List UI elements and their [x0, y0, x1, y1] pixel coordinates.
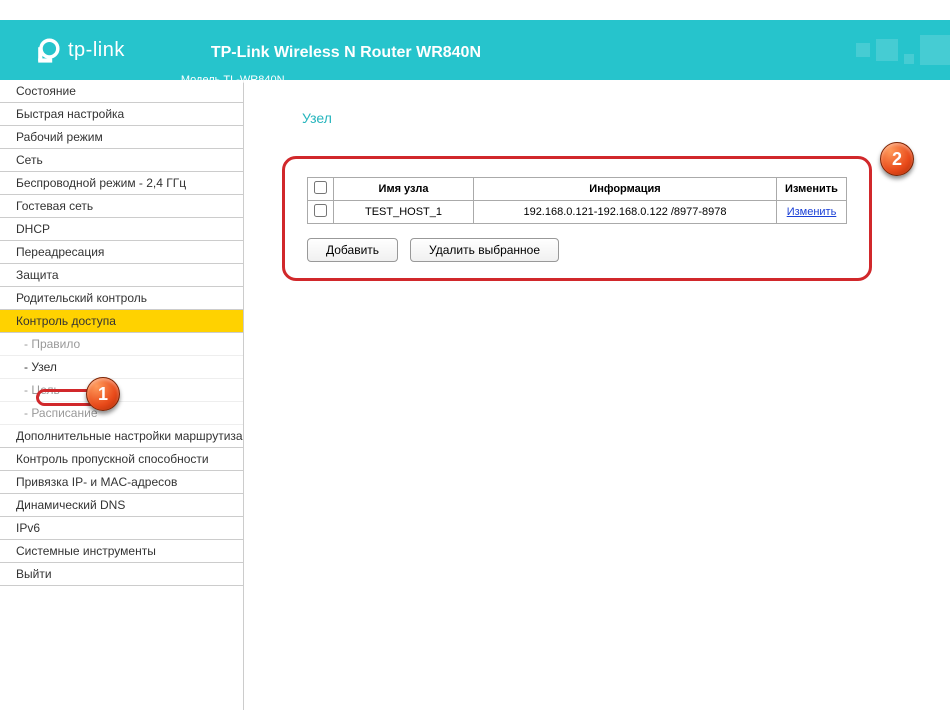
header-decoration [856, 20, 950, 80]
nav-dhcp[interactable]: DHCP [0, 218, 243, 241]
delete-selected-button[interactable]: Удалить выбранное [410, 238, 559, 262]
nav-ipv6[interactable]: IPv6 [0, 517, 243, 540]
nav-security[interactable]: Защита [0, 264, 243, 287]
col-name: Имя узла [334, 178, 474, 201]
row-info: 192.168.0.121-192.168.0.122 /8977-8978 [474, 201, 777, 224]
table-row: TEST_HOST_1 192.168.0.121-192.168.0.122 … [308, 201, 847, 224]
col-info: Информация [474, 178, 777, 201]
nav-routing[interactable]: Дополнительные настройки маршрутизации [0, 425, 243, 448]
nav-ipmac[interactable]: Привязка IP- и MAC-адресов [0, 471, 243, 494]
annotation-badge-1: 1 [86, 377, 120, 411]
row-check[interactable] [314, 204, 327, 217]
nav-ddns[interactable]: Динамический DNS [0, 494, 243, 517]
nav-sub-host[interactable]: - Узел [0, 356, 243, 379]
page-title: Узел [302, 110, 940, 126]
header: tp-link TP-Link Wireless N Router WR840N… [0, 20, 950, 80]
add-button[interactable]: Добавить [307, 238, 398, 262]
nav-quick-setup[interactable]: Быстрая настройка [0, 103, 243, 126]
nav-network[interactable]: Сеть [0, 149, 243, 172]
sidebar: Состояние Быстрая настройка Рабочий режи… [0, 80, 244, 710]
nav-forwarding[interactable]: Переадресация [0, 241, 243, 264]
logo-icon [34, 36, 62, 64]
header-title: TP-Link Wireless N Router WR840N Модель … [181, 14, 491, 86]
nav-sub-target[interactable]: - Цель [0, 379, 243, 402]
brand-text: tp-link [68, 39, 125, 62]
nav-guest[interactable]: Гостевая сеть [0, 195, 243, 218]
product-title: TP-Link Wireless N Router WR840N [181, 14, 491, 72]
nav-bandwidth[interactable]: Контроль пропускной способности [0, 448, 243, 471]
row-name: TEST_HOST_1 [334, 201, 474, 224]
nav-system[interactable]: Системные инструменты [0, 540, 243, 563]
edit-link[interactable]: Изменить [787, 206, 837, 218]
host-panel: Имя узла Информация Изменить TEST_HOST_1… [282, 156, 872, 281]
nav-parental[interactable]: Родительский контроль [0, 287, 243, 310]
col-edit: Изменить [777, 178, 847, 201]
nav-access-control[interactable]: Контроль доступа [0, 310, 243, 333]
main-content: Узел Имя узла Информация Изменить TEST_H… [244, 80, 950, 710]
nav-sub-rule[interactable]: - Правило [0, 333, 243, 356]
nav-wireless[interactable]: Беспроводной режим - 2,4 ГГц [0, 172, 243, 195]
hosts-table: Имя узла Информация Изменить TEST_HOST_1… [307, 177, 847, 224]
check-all[interactable] [314, 181, 327, 194]
col-check [308, 178, 334, 201]
nav-mode[interactable]: Рабочий режим [0, 126, 243, 149]
logo: tp-link [34, 36, 125, 64]
nav-logout[interactable]: Выйти [0, 563, 243, 586]
annotation-badge-2: 2 [880, 142, 914, 176]
nav-sub-schedule[interactable]: - Расписание [0, 402, 243, 425]
